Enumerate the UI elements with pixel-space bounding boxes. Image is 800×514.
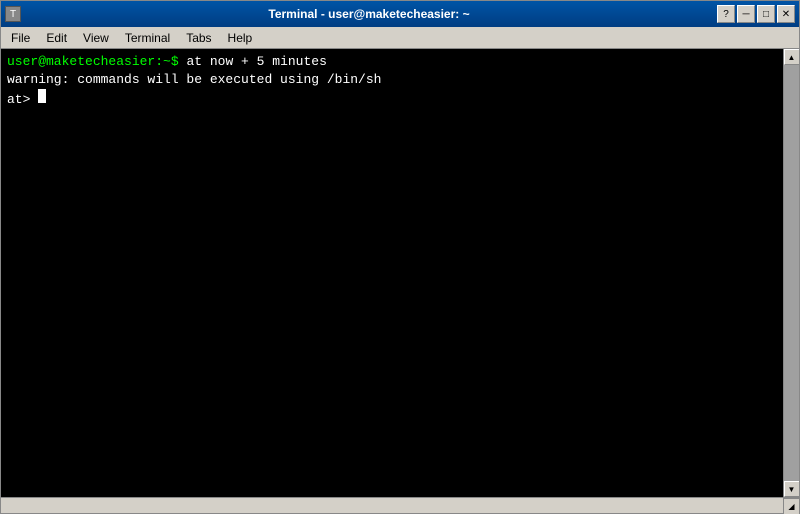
at-prompt: at> [7, 91, 38, 109]
menu-view[interactable]: View [75, 29, 117, 47]
scroll-down-button[interactable]: ▼ [784, 481, 800, 497]
title-bar-left: T [5, 6, 21, 22]
minimize-button[interactable]: ─ [737, 5, 755, 23]
warning-message: warning: commands will be executed using… [7, 71, 381, 89]
terminal-window: T Terminal - user@maketecheasier: ~ ? ─ … [0, 0, 800, 514]
scroll-up-button[interactable]: ▲ [784, 49, 800, 65]
resize-grip[interactable]: ◢ [783, 498, 799, 514]
bottom-bar: ◢ [1, 497, 799, 513]
close-button[interactable]: ✕ [777, 5, 795, 23]
terminal-line-3: at> [7, 89, 777, 109]
window-icon: T [5, 6, 21, 22]
prompt-separator: :~$ [155, 53, 186, 71]
menu-terminal[interactable]: Terminal [117, 29, 178, 47]
menu-bar: File Edit View Terminal Tabs Help [1, 27, 799, 49]
menu-edit[interactable]: Edit [38, 29, 75, 47]
terminal-cursor [38, 89, 46, 103]
menu-file[interactable]: File [3, 29, 38, 47]
menu-tabs[interactable]: Tabs [178, 29, 219, 47]
window-title: Terminal - user@maketecheasier: ~ [21, 7, 717, 21]
terminal-line-2: warning: commands will be executed using… [7, 71, 777, 89]
scrollbar: ▲ ▼ [783, 49, 799, 497]
maximize-button[interactable]: □ [757, 5, 775, 23]
terminal-line-1: user@maketecheasier:~$ at now + 5 minute… [7, 53, 777, 71]
title-bar-buttons: ? ─ □ ✕ [717, 5, 795, 23]
menu-help[interactable]: Help [220, 29, 261, 47]
terminal-command: at now + 5 minutes [186, 53, 326, 71]
help-button[interactable]: ? [717, 5, 735, 23]
terminal-scroll-area: user@maketecheasier:~$ at now + 5 minute… [1, 49, 799, 497]
scroll-track[interactable] [784, 65, 799, 481]
terminal-output[interactable]: user@maketecheasier:~$ at now + 5 minute… [1, 49, 783, 497]
prompt-username: user@maketecheasier [7, 53, 155, 71]
title-bar: T Terminal - user@maketecheasier: ~ ? ─ … [1, 1, 799, 27]
